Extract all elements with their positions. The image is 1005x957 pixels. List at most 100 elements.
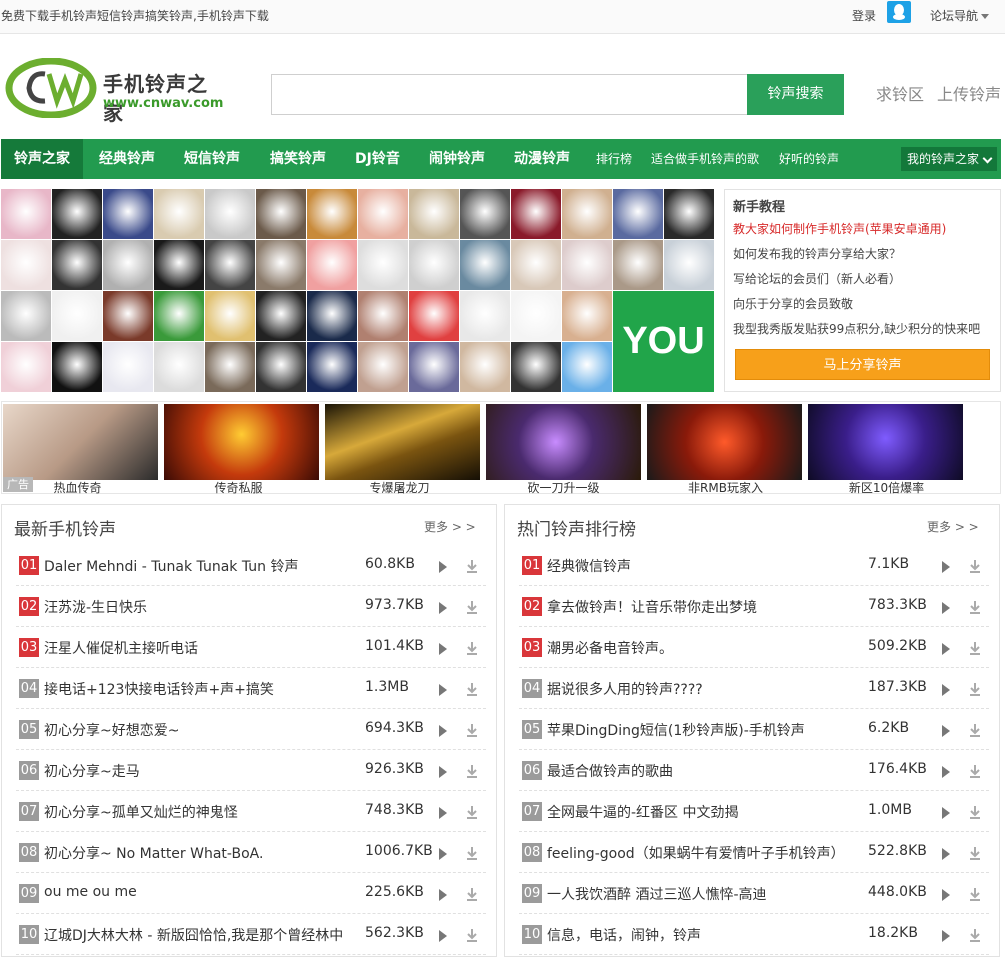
ad-caption[interactable]: 砍一刀升一级 (486, 479, 641, 496)
member-avatar[interactable] (103, 240, 153, 290)
ringtone-row[interactable]: 08 初心分享~ No Matter What-BoA. 1006.7KB (16, 832, 486, 873)
nav-item-sms[interactable]: 短信铃声 (184, 139, 240, 179)
member-avatar[interactable] (1, 342, 51, 392)
member-avatar[interactable] (562, 342, 612, 392)
play-icon[interactable] (439, 725, 447, 737)
share-ringtone-button[interactable]: 马上分享铃声 (735, 349, 990, 380)
nav-item-ranking[interactable]: 排行榜 (596, 139, 632, 179)
download-icon[interactable] (465, 559, 479, 573)
site-logo[interactable]: 手机铃声之家 www.cnwav.com (5, 58, 225, 125)
member-avatar[interactable] (307, 189, 357, 239)
member-avatar[interactable] (256, 240, 306, 290)
play-icon[interactable] (942, 889, 950, 901)
tutorial-link[interactable]: 向乐于分享的会员致敬 (733, 295, 853, 312)
download-icon[interactable] (465, 846, 479, 860)
ringtone-row[interactable]: 02 汪苏泷-生日快乐 973.7KB (16, 586, 486, 627)
member-avatar[interactable] (409, 240, 459, 290)
play-icon[interactable] (439, 930, 447, 942)
you-avatar-tile[interactable]: YOU (613, 291, 714, 392)
download-icon[interactable] (968, 682, 982, 696)
ringtone-title[interactable]: 接电话+123快接电话铃声+声+搞笑 (44, 679, 349, 699)
member-avatar[interactable] (256, 342, 306, 392)
play-icon[interactable] (439, 889, 447, 901)
search-button[interactable]: 铃声搜索 (747, 74, 844, 115)
download-icon[interactable] (968, 641, 982, 655)
ringtone-title[interactable]: 苹果DingDing短信(1秒铃声版)-手机铃声 (547, 720, 852, 740)
download-icon[interactable] (968, 600, 982, 614)
ringtone-title[interactable]: 初心分享~走马 (44, 761, 349, 781)
member-avatar[interactable] (1, 291, 51, 341)
ad-image[interactable] (486, 404, 641, 480)
ringtone-title[interactable]: 初心分享~ No Matter What-BoA. (44, 843, 349, 863)
member-avatar[interactable] (154, 291, 204, 341)
play-icon[interactable] (942, 807, 950, 819)
play-icon[interactable] (942, 602, 950, 614)
download-icon[interactable] (968, 805, 982, 819)
member-avatar[interactable] (52, 342, 102, 392)
ringtone-row[interactable]: 10 信息，电话，闹钟，铃声 18.2KB (519, 914, 989, 955)
member-avatar[interactable] (1, 240, 51, 290)
play-icon[interactable] (439, 766, 447, 778)
download-icon[interactable] (465, 682, 479, 696)
download-icon[interactable] (465, 723, 479, 737)
ringtone-row[interactable]: 01 Daler Mehndi - Tunak Tunak Tun 铃声 60.8K… (16, 545, 486, 586)
member-avatar[interactable] (511, 291, 561, 341)
ringtone-title[interactable]: 一人我饮酒醉 酒过三巡人憔悴-高迪 (547, 884, 852, 904)
download-icon[interactable] (968, 887, 982, 901)
ad-caption[interactable]: 非RMB玩家入 (648, 479, 803, 496)
download-icon[interactable] (465, 805, 479, 819)
member-avatar[interactable] (511, 240, 561, 290)
play-icon[interactable] (942, 766, 950, 778)
ringtone-row[interactable]: 05 苹果DingDing短信(1秒铃声版)-手机铃声 6.2KB (519, 709, 989, 750)
download-icon[interactable] (968, 559, 982, 573)
play-icon[interactable] (942, 930, 950, 942)
nav-item-anime[interactable]: 动漫铃声 (514, 139, 570, 179)
play-icon[interactable] (439, 643, 447, 655)
ringtone-row[interactable]: 06 最适合做铃声的歌曲 176.4KB (519, 750, 989, 791)
ringtone-row[interactable]: 01 经典微信铃声 7.1KB (519, 545, 989, 586)
ringtone-title[interactable]: 初心分享~好想恋爱~ (44, 720, 349, 740)
my-home-dropdown[interactable]: 我的铃声之家 (901, 147, 997, 171)
member-avatar[interactable] (307, 291, 357, 341)
ad-caption[interactable]: 热血传奇 (0, 479, 155, 496)
play-icon[interactable] (942, 725, 950, 737)
ringtone-row[interactable]: 02 拿去做铃声！让音乐带你走出梦境 783.3KB (519, 586, 989, 627)
member-avatar[interactable] (511, 342, 561, 392)
more-link[interactable]: 更多 > > (927, 518, 979, 535)
member-avatar[interactable] (460, 342, 510, 392)
ringtone-title[interactable]: 最适合做铃声的歌曲 (547, 761, 852, 781)
member-avatar[interactable] (52, 189, 102, 239)
ringtone-row[interactable]: 04 据说很多人用的铃声???? 187.3KB (519, 668, 989, 709)
ringtone-row[interactable]: 03 汪星人催促机主接听电话 101.4KB (16, 627, 486, 668)
member-avatar[interactable] (205, 342, 255, 392)
member-avatar[interactable] (358, 291, 408, 341)
play-icon[interactable] (942, 848, 950, 860)
member-avatar[interactable] (52, 291, 102, 341)
ringtone-title[interactable]: 拿去做铃声！让音乐带你走出梦境 (547, 597, 852, 617)
member-avatar[interactable] (409, 342, 459, 392)
member-avatar[interactable] (256, 189, 306, 239)
upload-ringtone-link[interactable]: 上传铃声 (937, 81, 1001, 105)
tutorial-link[interactable]: 写给论坛的会员们（新人必看） (733, 270, 901, 287)
member-avatar[interactable] (409, 189, 459, 239)
ad-image[interactable] (3, 404, 158, 480)
ringtone-title[interactable]: 辽城DJ大林大林 - 新版囧恰恰,我是那个曾经林中 (44, 925, 349, 945)
download-icon[interactable] (465, 764, 479, 778)
member-avatar[interactable] (52, 240, 102, 290)
ringtone-row[interactable]: 10 辽城DJ大林大林 - 新版囧恰恰,我是那个曾经林中 562.3KB (16, 914, 486, 955)
member-avatar[interactable] (358, 189, 408, 239)
ringtone-title[interactable]: Daler Mehndi - Tunak Tunak Tun 铃声 (44, 556, 349, 576)
ad-image[interactable] (164, 404, 319, 480)
member-avatar[interactable] (154, 189, 204, 239)
ringtone-title[interactable]: feeling-good（如果蜗牛有爱情叶子手机铃声） (547, 843, 852, 863)
member-avatar[interactable] (562, 291, 612, 341)
login-link[interactable]: 登录 (852, 7, 876, 24)
member-avatar[interactable] (664, 189, 714, 239)
member-avatar[interactable] (664, 240, 714, 290)
nav-item-home[interactable]: 铃声之家 (1, 139, 83, 179)
ringtone-row[interactable]: 07 初心分享~孤单又灿烂的神鬼怪 748.3KB (16, 791, 486, 832)
nav-item-classic[interactable]: 经典铃声 (99, 139, 155, 179)
ad-caption[interactable]: 专爆屠龙刀 (322, 479, 477, 496)
request-ringtone-link[interactable]: 求铃区 (876, 81, 924, 105)
play-icon[interactable] (439, 561, 447, 573)
